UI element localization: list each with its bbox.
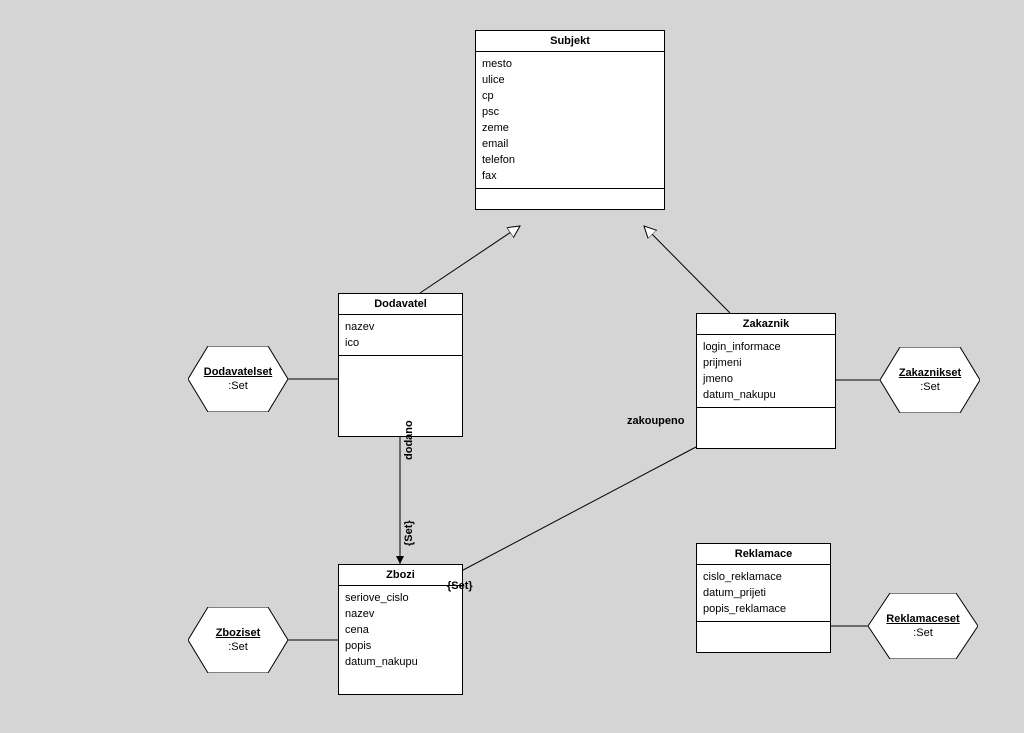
class-attrs: login_informace prijmeni jmeno datum_nak… (697, 335, 835, 408)
label-dodano: dodano (403, 420, 415, 460)
hex-name: Zakaznikset (880, 366, 980, 380)
attr: popis (345, 638, 456, 654)
attr: login_informace (703, 339, 829, 355)
class-attrs: cislo_reklamace datum_prijeti popis_rekl… (697, 565, 830, 622)
class-ops (476, 189, 664, 209)
hex-name: Zboziset (188, 626, 288, 640)
attr: prijmeni (703, 355, 829, 371)
attr: datum_nakupu (703, 387, 829, 403)
attr: mesto (482, 56, 658, 72)
hex-type: :Set (880, 380, 980, 394)
attr: ulice (482, 72, 658, 88)
label-zakoupeno: zakoupeno (627, 415, 684, 427)
class-title: Subjekt (476, 31, 664, 52)
attr: datum_prijeti (703, 585, 824, 601)
class-attrs: mesto ulice cp psc zeme email telefon fa… (476, 52, 664, 189)
diagram-canvas: Subjekt mesto ulice cp psc zeme email te… (0, 0, 1024, 733)
class-zakaznik[interactable]: Zakaznik login_informace prijmeni jmeno … (696, 313, 836, 449)
attr: seriove_cislo (345, 590, 456, 606)
attr: fax (482, 168, 658, 184)
attr: datum_nakupu (345, 654, 456, 670)
class-subjekt[interactable]: Subjekt mesto ulice cp psc zeme email te… (475, 30, 665, 210)
hex-type: :Set (868, 626, 978, 640)
hex-type: :Set (188, 640, 288, 654)
class-title: Zakaznik (697, 314, 835, 335)
class-title: Reklamace (697, 544, 830, 565)
class-ops (697, 408, 835, 448)
attr: cena (345, 622, 456, 638)
attr: zeme (482, 120, 658, 136)
attr: cp (482, 88, 658, 104)
class-ops (339, 356, 462, 436)
attr: ico (345, 335, 456, 351)
hex-type: :Set (188, 379, 288, 393)
hex-name: Dodavatelset (188, 365, 288, 379)
hex-zakaznikset[interactable]: Zakaznikset :Set (880, 347, 980, 413)
attr: email (482, 136, 658, 152)
class-zbozi[interactable]: Zbozi seriove_cislo nazev cena popis dat… (338, 564, 463, 695)
hex-dodavatelset[interactable]: Dodavatelset :Set (188, 346, 288, 412)
hex-name: Reklamaceset (868, 612, 978, 626)
class-attrs: nazev ico (339, 315, 462, 356)
class-attrs: seriove_cislo nazev cena popis datum_nak… (339, 586, 462, 674)
attr: nazev (345, 606, 456, 622)
attr: psc (482, 104, 658, 120)
attr: popis_reklamace (703, 601, 824, 617)
class-title: Zbozi (339, 565, 462, 586)
attr: telefon (482, 152, 658, 168)
hex-reklamaceset[interactable]: Reklamaceset :Set (868, 593, 978, 659)
class-reklamace[interactable]: Reklamace cislo_reklamace datum_prijeti … (696, 543, 831, 653)
class-ops (697, 622, 830, 652)
attr: jmeno (703, 371, 829, 387)
attr: cislo_reklamace (703, 569, 824, 585)
class-dodavatel[interactable]: Dodavatel nazev ico (338, 293, 463, 437)
label-set2: {Set} (447, 580, 473, 592)
attr: nazev (345, 319, 456, 335)
label-set1: {Set} (403, 520, 415, 546)
class-title: Dodavatel (339, 294, 462, 315)
hex-zboziset[interactable]: Zboziset :Set (188, 607, 288, 673)
class-ops (339, 674, 462, 694)
